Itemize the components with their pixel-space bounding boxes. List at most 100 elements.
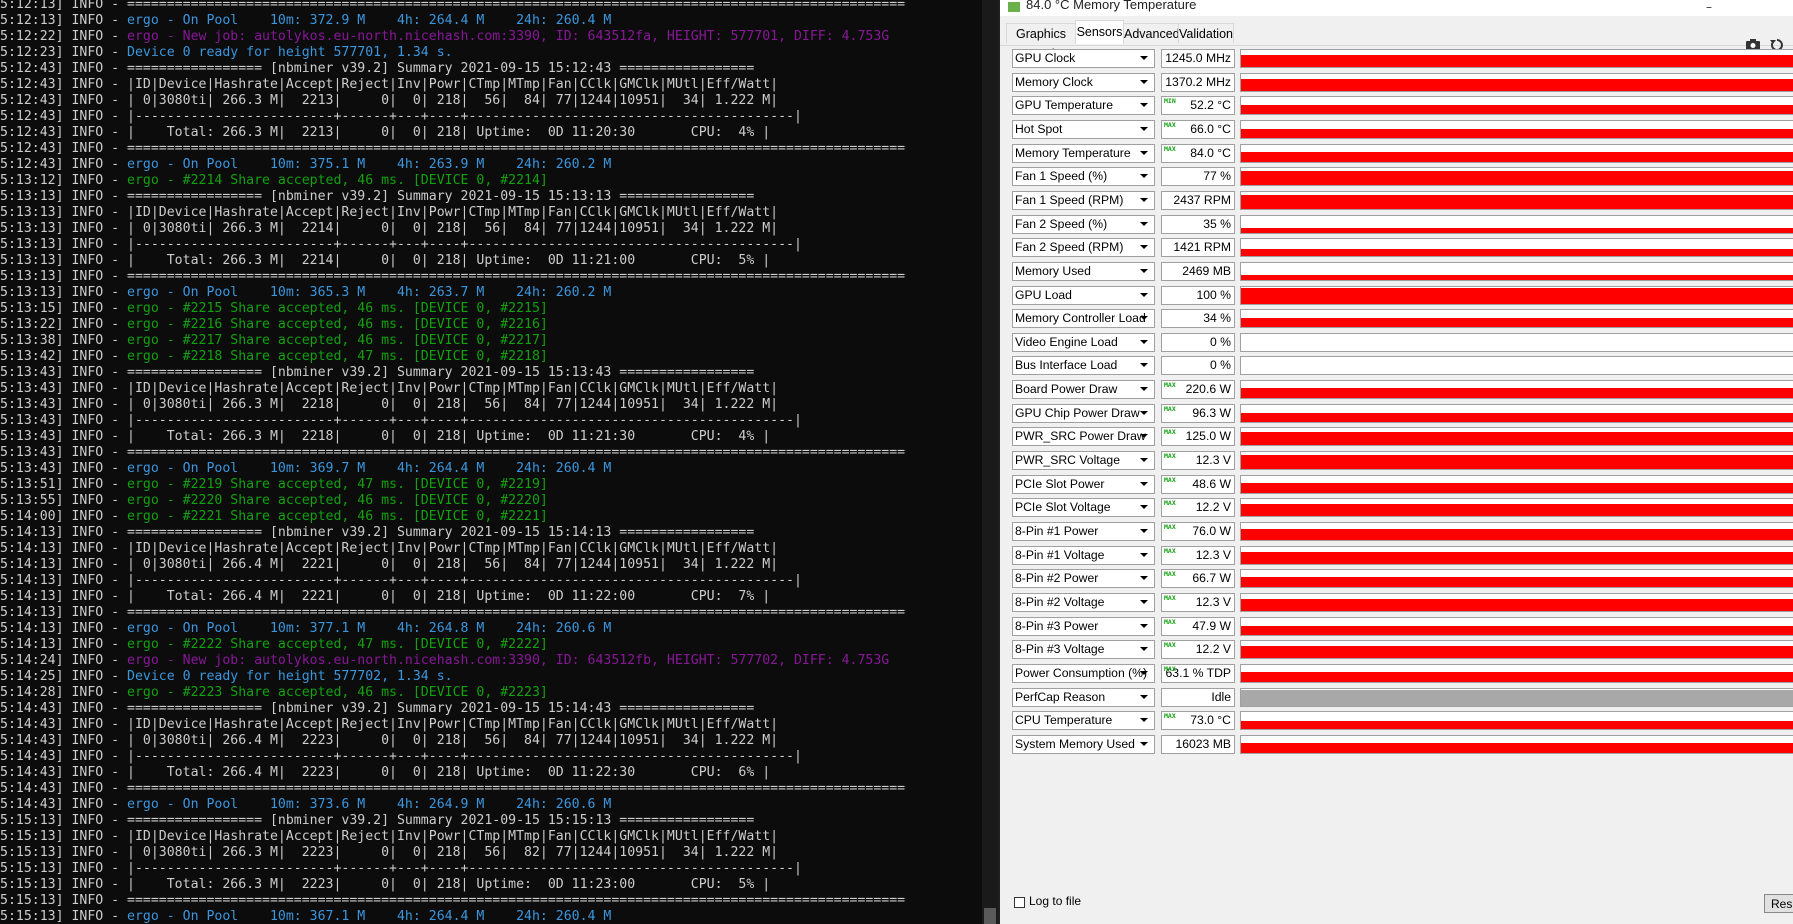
chevron-down-icon[interactable] [1140, 293, 1148, 297]
sensor-name-dropdown[interactable]: PCIe Slot Voltage [1012, 498, 1155, 517]
sensor-name-dropdown[interactable]: CPU Temperature [1012, 711, 1155, 730]
chevron-down-icon[interactable] [1140, 742, 1148, 746]
sensor-name-dropdown[interactable]: GPU Load [1012, 286, 1155, 305]
log-message: | Total: 266.4 M| 2221| 0| 0| 218| Uptim… [127, 589, 771, 604]
sensor-graph-fill [1241, 552, 1793, 564]
terminal-scrollbar[interactable] [982, 0, 998, 924]
chevron-down-icon[interactable] [1140, 56, 1148, 60]
sensor-value-text: 125.0 W [1185, 429, 1231, 443]
sensor-name-dropdown[interactable]: Bus Interface Load [1012, 356, 1155, 375]
sensor-name-dropdown[interactable]: PWR_SRC Power Draw [1012, 427, 1155, 446]
sensor-row: PCIe Slot Voltage MAX 12.2 V [1012, 498, 1793, 518]
terminal-scrollbar-thumb[interactable] [984, 908, 996, 924]
sensor-name-dropdown[interactable]: PWR_SRC Voltage [1012, 451, 1155, 470]
sensor-name-dropdown[interactable]: Fan 1 Speed (%) [1012, 167, 1155, 186]
log-message: ========================================… [127, 141, 906, 156]
sensor-name-dropdown[interactable]: 8-Pin #1 Voltage [1012, 546, 1155, 565]
chevron-down-icon[interactable] [1140, 624, 1148, 628]
sensor-name: Fan 1 Speed (RPM) [1015, 193, 1124, 207]
sensor-name: System Memory Used [1015, 737, 1135, 751]
sensor-name-dropdown[interactable]: GPU Chip Power Draw [1012, 404, 1155, 423]
sensor-name-dropdown[interactable]: Hot Spot [1012, 120, 1155, 139]
sensor-name: GPU Load [1015, 288, 1072, 302]
sensor-name-dropdown[interactable]: GPU Temperature [1012, 96, 1155, 115]
chevron-down-icon[interactable] [1140, 151, 1148, 155]
sensor-name-dropdown[interactable]: Memory Used [1012, 262, 1155, 281]
sensor-graph-fill [1241, 275, 1793, 280]
chevron-down-icon[interactable] [1140, 269, 1148, 273]
tab-sensors[interactable]: Sensors [1075, 20, 1124, 44]
chevron-down-icon[interactable] [1140, 174, 1148, 178]
terminal-line: 5:13:13] INFO - ================= [nbmin… [0, 189, 905, 205]
chevron-down-icon[interactable] [1140, 340, 1148, 344]
reset-button[interactable]: Res [1764, 894, 1793, 913]
sensor-name: Board Power Draw [1015, 382, 1118, 396]
chevron-down-icon[interactable] [1140, 647, 1148, 651]
chevron-down-icon[interactable] [1140, 245, 1148, 249]
chevron-down-icon[interactable] [1140, 529, 1148, 533]
chevron-down-icon[interactable] [1140, 411, 1148, 415]
log-prefix: 5:14:43] INFO - [0, 749, 128, 764]
chevron-down-icon[interactable] [1140, 718, 1148, 722]
chevron-down-icon[interactable] [1140, 695, 1148, 699]
sensor-name-dropdown[interactable]: Memory Clock [1012, 73, 1155, 92]
sensor-flag: MAX [1164, 641, 1176, 649]
chevron-down-icon[interactable] [1140, 80, 1148, 84]
sensor-name-dropdown[interactable]: 8-Pin #1 Power [1012, 522, 1155, 541]
sensor-name-dropdown[interactable]: Board Power Draw [1012, 380, 1155, 399]
sensor-name-dropdown[interactable]: 8-Pin #2 Voltage [1012, 593, 1155, 612]
tab-advanced[interactable]: Advanced [1123, 23, 1180, 43]
terminal-line: 5:13:22] INFO - ergo - #2216 Share accep… [0, 317, 905, 333]
chevron-down-icon[interactable] [1140, 458, 1148, 462]
terminal-window[interactable]: 5:12:13] INFO - ========================… [0, 0, 985, 924]
chevron-down-icon[interactable] [1140, 127, 1148, 131]
sensor-value-text: 47.9 W [1192, 619, 1231, 633]
chevron-down-icon[interactable] [1140, 198, 1148, 202]
terminal-line: 5:15:13] INFO - | 0|3080ti| 266.3 M| 222… [0, 845, 905, 861]
terminal-line: 5:12:22] INFO - ergo - New job: autolyko… [0, 29, 905, 45]
chevron-down-icon[interactable] [1140, 434, 1148, 438]
log-to-file-checkbox[interactable] [1014, 897, 1025, 908]
sensor-graph [1240, 333, 1793, 352]
chevron-down-icon[interactable] [1140, 600, 1148, 604]
tab-graphics-card[interactable]: Graphics Card [1006, 23, 1076, 61]
sensor-name: 8-Pin #2 Voltage [1015, 595, 1105, 609]
sensor-name-dropdown[interactable]: PCIe Slot Power [1012, 475, 1155, 494]
sensor-name-dropdown[interactable]: Fan 1 Speed (RPM) [1012, 191, 1155, 210]
sensor-name: Fan 1 Speed (%) [1015, 169, 1108, 183]
sensor-graph-fill [1241, 504, 1793, 516]
sensor-name-dropdown[interactable]: System Memory Used [1012, 735, 1155, 754]
sensor-name-dropdown[interactable]: Power Consumption (%) [1012, 664, 1155, 683]
chevron-down-icon[interactable] [1140, 553, 1148, 557]
terminal-line: 5:13:15] INFO - ergo - #2215 Share accep… [0, 301, 905, 317]
sensor-name-dropdown[interactable]: Memory Temperature [1012, 144, 1155, 163]
chevron-down-icon[interactable] [1140, 387, 1148, 391]
sensor-flag: MAX [1164, 712, 1176, 720]
chevron-down-icon[interactable] [1140, 222, 1148, 226]
sensor-name-dropdown[interactable]: Memory Controller Load [1012, 309, 1155, 328]
sensor-name: 8-Pin #3 Voltage [1015, 642, 1105, 656]
tab-validation[interactable]: Validation [1178, 23, 1234, 43]
chevron-down-icon[interactable] [1140, 671, 1148, 675]
sensor-name-dropdown[interactable]: Fan 2 Speed (%) [1012, 215, 1155, 234]
sensor-name-dropdown[interactable]: 8-Pin #3 Voltage [1012, 640, 1155, 659]
chevron-down-icon[interactable] [1140, 316, 1148, 320]
chevron-down-icon[interactable] [1140, 363, 1148, 367]
chevron-down-icon[interactable] [1140, 576, 1148, 580]
sensor-name-dropdown[interactable]: PerfCap Reason [1012, 688, 1155, 707]
log-message: ergo - New job: autolykos.eu-north.niceh… [127, 653, 890, 668]
sensor-name-dropdown[interactable]: 8-Pin #3 Power [1012, 617, 1155, 636]
log-message: ergo - #2217 Share accepted, 46 ms. [DEV… [127, 333, 548, 348]
minimize-icon[interactable]: – [1706, 0, 1712, 14]
sensor-row: Power Consumption (%) MAX 63.1 % TDP [1012, 664, 1793, 684]
chevron-down-icon[interactable] [1140, 482, 1148, 486]
chevron-down-icon[interactable] [1140, 505, 1148, 509]
sensor-graph-fill [1241, 195, 1793, 209]
sensor-name-dropdown[interactable]: Fan 2 Speed (RPM) [1012, 238, 1155, 257]
sensor-name-dropdown[interactable]: GPU Clock [1012, 49, 1155, 68]
log-prefix: 5:14:24] INFO - [0, 653, 128, 668]
chevron-down-icon[interactable] [1140, 103, 1148, 107]
terminal-line: 5:12:43] INFO - |-----------------------… [0, 109, 905, 125]
sensor-name-dropdown[interactable]: 8-Pin #2 Power [1012, 569, 1155, 588]
sensor-name-dropdown[interactable]: Video Engine Load [1012, 333, 1155, 352]
